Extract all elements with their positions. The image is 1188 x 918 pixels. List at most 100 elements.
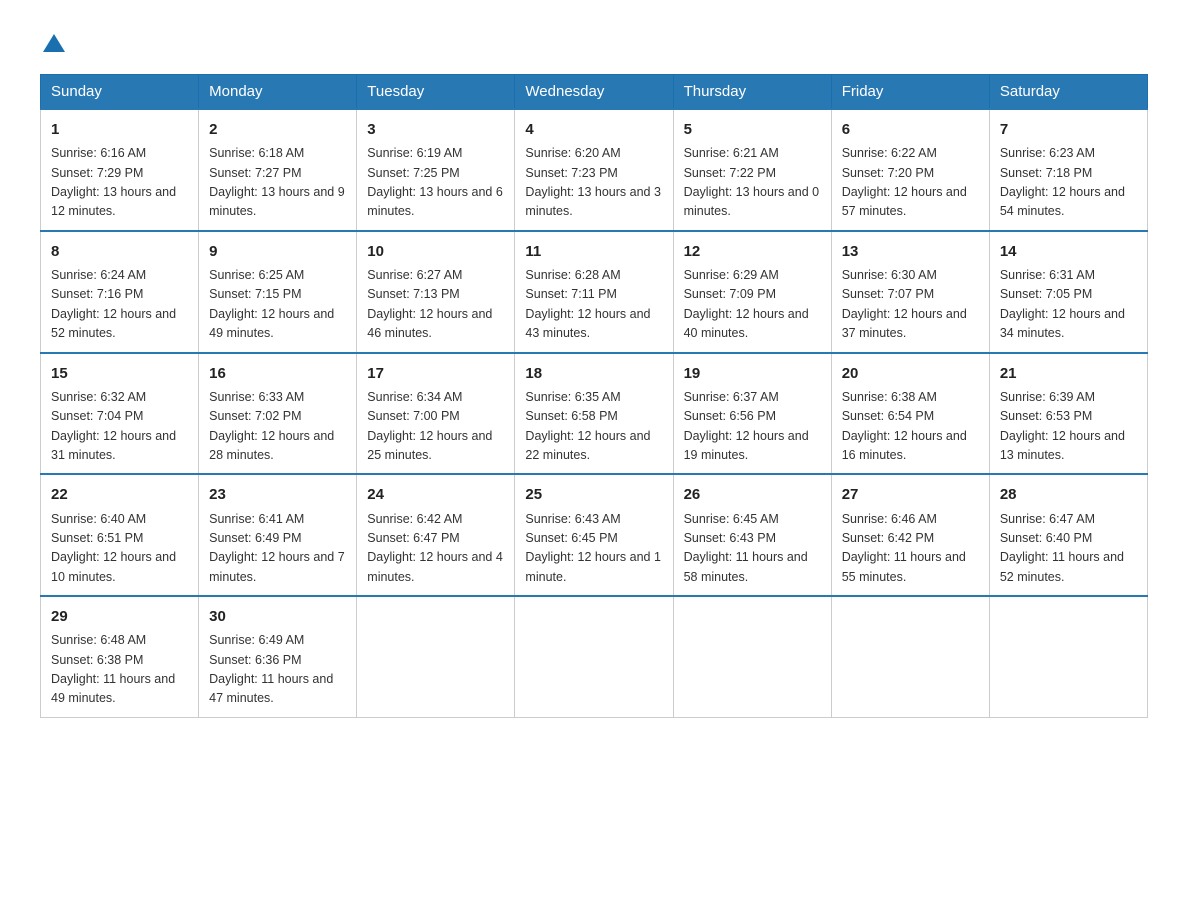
- calendar-cell: 25 Sunrise: 6:43 AMSunset: 6:45 PMDayligh…: [515, 474, 673, 596]
- day-sun-info: Sunrise: 6:30 AMSunset: 7:07 PMDaylight:…: [842, 266, 979, 344]
- calendar-cell: 9 Sunrise: 6:25 AMSunset: 7:15 PMDaylight…: [199, 231, 357, 353]
- day-number: 13: [842, 240, 979, 263]
- day-number: 18: [525, 362, 662, 385]
- day-sun-info: Sunrise: 6:20 AMSunset: 7:23 PMDaylight:…: [525, 144, 662, 222]
- calendar-cell: 10 Sunrise: 6:27 AMSunset: 7:13 PMDayligh…: [357, 231, 515, 353]
- day-sun-info: Sunrise: 6:31 AMSunset: 7:05 PMDaylight:…: [1000, 266, 1137, 344]
- calendar-cell: [831, 596, 989, 717]
- day-sun-info: Sunrise: 6:45 AMSunset: 6:43 PMDaylight:…: [684, 510, 821, 588]
- day-number: 12: [684, 240, 821, 263]
- calendar-cell: 2 Sunrise: 6:18 AMSunset: 7:27 PMDaylight…: [199, 109, 357, 231]
- day-number: 4: [525, 118, 662, 141]
- day-number: 20: [842, 362, 979, 385]
- weekday-header-friday: Friday: [831, 75, 989, 110]
- day-sun-info: Sunrise: 6:28 AMSunset: 7:11 PMDaylight:…: [525, 266, 662, 344]
- day-number: 27: [842, 483, 979, 506]
- calendar-cell: [989, 596, 1147, 717]
- calendar-week-row: 22 Sunrise: 6:40 AMSunset: 6:51 PMDayligh…: [41, 474, 1148, 596]
- day-number: 10: [367, 240, 504, 263]
- page-header: [40, 30, 1148, 54]
- calendar-cell: 5 Sunrise: 6:21 AMSunset: 7:22 PMDaylight…: [673, 109, 831, 231]
- calendar-cell: 21Sunrise: 6:39 AMSunset: 6:53 PMDayligh…: [989, 353, 1147, 475]
- calendar-cell: [673, 596, 831, 717]
- calendar-cell: 18Sunrise: 6:35 AMSunset: 6:58 PMDayligh…: [515, 353, 673, 475]
- calendar-cell: [515, 596, 673, 717]
- day-sun-info: Sunrise: 6:46 AMSunset: 6:42 PMDaylight:…: [842, 510, 979, 588]
- calendar-week-row: 29 Sunrise: 6:48 AMSunset: 6:38 PMDayligh…: [41, 596, 1148, 717]
- day-sun-info: Sunrise: 6:18 AMSunset: 7:27 PMDaylight:…: [209, 144, 346, 222]
- calendar-cell: 4 Sunrise: 6:20 AMSunset: 7:23 PMDaylight…: [515, 109, 673, 231]
- calendar-cell: 17Sunrise: 6:34 AMSunset: 7:00 PMDayligh…: [357, 353, 515, 475]
- calendar-cell: 13 Sunrise: 6:30 AMSunset: 7:07 PMDayligh…: [831, 231, 989, 353]
- calendar-cell: 23 Sunrise: 6:41 AMSunset: 6:49 PMDayligh…: [199, 474, 357, 596]
- day-number: 28: [1000, 483, 1137, 506]
- day-sun-info: Sunrise: 6:47 AMSunset: 6:40 PMDaylight:…: [1000, 510, 1137, 588]
- day-number: 29: [51, 605, 188, 628]
- calendar-cell: 27 Sunrise: 6:46 AMSunset: 6:42 PMDayligh…: [831, 474, 989, 596]
- day-number: 21: [1000, 362, 1137, 385]
- calendar-cell: 6 Sunrise: 6:22 AMSunset: 7:20 PMDaylight…: [831, 109, 989, 231]
- day-sun-info: Sunrise: 6:38 AMSunset: 6:54 PMDaylight:…: [842, 388, 979, 466]
- day-number: 5: [684, 118, 821, 141]
- day-sun-info: Sunrise: 6:19 AMSunset: 7:25 PMDaylight:…: [367, 144, 504, 222]
- day-number: 14: [1000, 240, 1137, 263]
- day-sun-info: Sunrise: 6:40 AMSunset: 6:51 PMDaylight:…: [51, 510, 188, 588]
- calendar-cell: [357, 596, 515, 717]
- day-number: 16: [209, 362, 346, 385]
- day-number: 11: [525, 240, 662, 263]
- day-sun-info: Sunrise: 6:49 AMSunset: 6:36 PMDaylight:…: [209, 631, 346, 709]
- day-number: 22: [51, 483, 188, 506]
- calendar-cell: 7 Sunrise: 6:23 AMSunset: 7:18 PMDaylight…: [989, 109, 1147, 231]
- day-sun-info: Sunrise: 6:34 AMSunset: 7:00 PMDaylight:…: [367, 388, 504, 466]
- calendar-cell: 14 Sunrise: 6:31 AMSunset: 7:05 PMDayligh…: [989, 231, 1147, 353]
- day-number: 23: [209, 483, 346, 506]
- calendar-header-row: SundayMondayTuesdayWednesdayThursdayFrid…: [41, 75, 1148, 110]
- day-number: 2: [209, 118, 346, 141]
- calendar-cell: 19 Sunrise: 6:37 AMSunset: 6:56 PMDayligh…: [673, 353, 831, 475]
- day-number: 1: [51, 118, 188, 141]
- weekday-header-tuesday: Tuesday: [357, 75, 515, 110]
- logo: [40, 30, 65, 54]
- weekday-header-sunday: Sunday: [41, 75, 199, 110]
- day-number: 6: [842, 118, 979, 141]
- calendar-cell: 22 Sunrise: 6:40 AMSunset: 6:51 PMDayligh…: [41, 474, 199, 596]
- weekday-header-thursday: Thursday: [673, 75, 831, 110]
- calendar-cell: 24Sunrise: 6:42 AMSunset: 6:47 PMDayligh…: [357, 474, 515, 596]
- day-sun-info: Sunrise: 6:48 AMSunset: 6:38 PMDaylight:…: [51, 631, 188, 709]
- day-number: 8: [51, 240, 188, 263]
- day-number: 19: [684, 362, 821, 385]
- day-sun-info: Sunrise: 6:37 AMSunset: 6:56 PMDaylight:…: [684, 388, 821, 466]
- day-number: 15: [51, 362, 188, 385]
- calendar-cell: 8Sunrise: 6:24 AMSunset: 7:16 PMDaylight…: [41, 231, 199, 353]
- logo-triangle-icon: [43, 32, 65, 54]
- calendar-cell: 26Sunrise: 6:45 AMSunset: 6:43 PMDayligh…: [673, 474, 831, 596]
- day-number: 30: [209, 605, 346, 628]
- day-sun-info: Sunrise: 6:29 AMSunset: 7:09 PMDaylight:…: [684, 266, 821, 344]
- day-sun-info: Sunrise: 6:32 AMSunset: 7:04 PMDaylight:…: [51, 388, 188, 466]
- calendar-cell: 15 Sunrise: 6:32 AMSunset: 7:04 PMDayligh…: [41, 353, 199, 475]
- day-number: 25: [525, 483, 662, 506]
- day-number: 3: [367, 118, 504, 141]
- day-sun-info: Sunrise: 6:33 AMSunset: 7:02 PMDaylight:…: [209, 388, 346, 466]
- day-number: 9: [209, 240, 346, 263]
- day-sun-info: Sunrise: 6:27 AMSunset: 7:13 PMDaylight:…: [367, 266, 504, 344]
- calendar-cell: 20 Sunrise: 6:38 AMSunset: 6:54 PMDayligh…: [831, 353, 989, 475]
- calendar-week-row: 15 Sunrise: 6:32 AMSunset: 7:04 PMDayligh…: [41, 353, 1148, 475]
- day-sun-info: Sunrise: 6:25 AMSunset: 7:15 PMDaylight:…: [209, 266, 346, 344]
- day-sun-info: Sunrise: 6:43 AMSunset: 6:45 PMDaylight:…: [525, 510, 662, 588]
- calendar-cell: 28 Sunrise: 6:47 AMSunset: 6:40 PMDayligh…: [989, 474, 1147, 596]
- calendar-cell: 3 Sunrise: 6:19 AMSunset: 7:25 PMDaylight…: [357, 109, 515, 231]
- weekday-header-wednesday: Wednesday: [515, 75, 673, 110]
- day-sun-info: Sunrise: 6:42 AMSunset: 6:47 PMDaylight:…: [367, 510, 504, 588]
- calendar-cell: 1Sunrise: 6:16 AMSunset: 7:29 PMDaylight…: [41, 109, 199, 231]
- weekday-header-saturday: Saturday: [989, 75, 1147, 110]
- day-number: 7: [1000, 118, 1137, 141]
- day-sun-info: Sunrise: 6:23 AMSunset: 7:18 PMDaylight:…: [1000, 144, 1137, 222]
- calendar-cell: 11 Sunrise: 6:28 AMSunset: 7:11 PMDayligh…: [515, 231, 673, 353]
- calendar-cell: 29 Sunrise: 6:48 AMSunset: 6:38 PMDayligh…: [41, 596, 199, 717]
- day-sun-info: Sunrise: 6:22 AMSunset: 7:20 PMDaylight:…: [842, 144, 979, 222]
- day-sun-info: Sunrise: 6:21 AMSunset: 7:22 PMDaylight:…: [684, 144, 821, 222]
- calendar-table: SundayMondayTuesdayWednesdayThursdayFrid…: [40, 74, 1148, 718]
- day-sun-info: Sunrise: 6:41 AMSunset: 6:49 PMDaylight:…: [209, 510, 346, 588]
- calendar-cell: 12 Sunrise: 6:29 AMSunset: 7:09 PMDayligh…: [673, 231, 831, 353]
